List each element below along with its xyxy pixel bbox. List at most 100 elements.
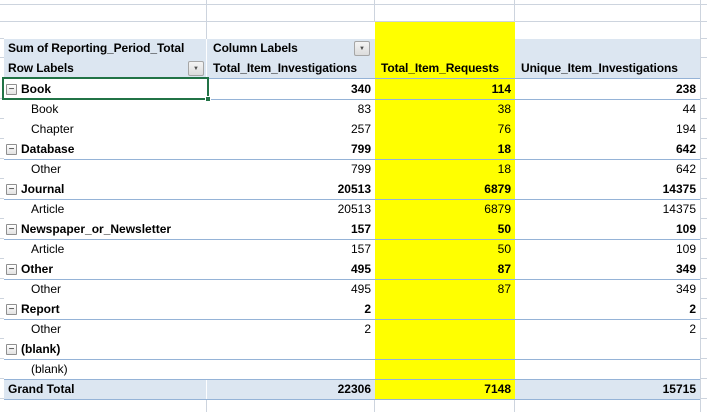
collapse-minus-icon[interactable]: − (6, 183, 17, 195)
cell-unique-item-investigations[interactable]: 238 (515, 79, 700, 99)
column-header-unique-item-investigations[interactable]: Unique_Item_Investigations (521, 58, 678, 79)
pivot-row: Other 799 18 642 (4, 159, 700, 179)
cell-unique-item-investigations[interactable]: 349 (515, 279, 700, 299)
cell-total-item-investigations[interactable]: 157 (207, 239, 375, 259)
row-label: Newspaper_or_Newsletter (21, 222, 172, 236)
row-label: Article (31, 242, 65, 256)
cell-total-item-requests[interactable]: 6879 (375, 199, 515, 219)
row-label: Report (21, 302, 60, 316)
row-label: Grand Total (8, 382, 75, 396)
collapse-minus-icon[interactable]: − (6, 143, 17, 155)
cell-unique-item-investigations[interactable] (515, 359, 700, 379)
collapse-minus-icon[interactable]: − (6, 343, 17, 355)
cell-total-item-investigations[interactable]: 22306 (207, 379, 375, 399)
row-label: Other (31, 282, 62, 296)
cell-unique-item-investigations[interactable]: 109 (515, 239, 700, 259)
cell-total-item-requests[interactable] (375, 339, 515, 359)
cell-total-item-investigations[interactable]: 20513 (207, 199, 375, 219)
row-label: Book (31, 102, 59, 116)
row-label-cell[interactable]: − Journal (4, 179, 207, 199)
value-field-label[interactable]: Sum of Reporting_Period_Total (8, 39, 184, 58)
fill-handle[interactable] (205, 96, 211, 102)
pivot-row: Other 495 87 349 (4, 279, 700, 299)
cell-total-item-requests[interactable] (375, 359, 515, 379)
cell-unique-item-investigations[interactable]: 642 (515, 159, 700, 179)
row-label-cell[interactable]: Grand Total (4, 379, 207, 399)
gridline (514, 399, 515, 412)
pivot-row: Chapter 257 76 194 (4, 119, 700, 139)
gridline (0, 4, 707, 5)
cell-unique-item-investigations[interactable]: 44 (515, 99, 700, 119)
cell-total-item-investigations[interactable]: 2 (207, 319, 375, 339)
gridline (0, 21, 707, 22)
cell-unique-item-investigations[interactable]: 14375 (515, 199, 700, 219)
row-label-cell[interactable]: − Other (4, 259, 207, 279)
row-label: (blank) (21, 342, 61, 356)
cell-total-item-requests[interactable]: 114 (375, 79, 515, 99)
cell-total-item-investigations[interactable]: 495 (207, 259, 375, 279)
column-labels-header[interactable]: Column Labels (213, 39, 298, 58)
column-header-total-item-requests[interactable]: Total_Item_Requests (381, 58, 499, 79)
row-labels-header[interactable]: Row Labels (8, 58, 74, 79)
cell-total-item-investigations[interactable] (207, 359, 375, 379)
spreadsheet-pivot-table: Sum of Reporting_Period_Total Column Lab… (0, 0, 707, 412)
cell-unique-item-investigations[interactable]: 14375 (515, 179, 700, 199)
row-label-cell[interactable]: Other (4, 319, 207, 339)
cell-total-item-investigations[interactable]: 495 (207, 279, 375, 299)
row-label-cell[interactable]: Article (4, 199, 207, 219)
cell-total-item-investigations[interactable]: 157 (207, 219, 375, 239)
cell-total-item-investigations[interactable]: 340 (207, 79, 375, 99)
collapse-minus-icon[interactable]: − (6, 303, 17, 315)
cell-total-item-requests[interactable]: 50 (375, 219, 515, 239)
cell-total-item-requests[interactable]: 18 (375, 159, 515, 179)
column-header-total-item-investigations[interactable]: Total_Item_Investigations (213, 58, 357, 79)
cell-total-item-investigations[interactable] (207, 339, 375, 359)
collapse-minus-icon[interactable]: − (6, 223, 17, 235)
gridline-stubs (701, 79, 707, 399)
cell-unique-item-investigations[interactable]: 349 (515, 259, 700, 279)
cell-total-item-requests[interactable]: 87 (375, 259, 515, 279)
cell-total-item-requests[interactable] (375, 319, 515, 339)
cell-total-item-investigations[interactable]: 799 (207, 139, 375, 159)
cell-unique-item-investigations[interactable]: 2 (515, 299, 700, 319)
cell-unique-item-investigations[interactable]: 2 (515, 319, 700, 339)
row-label-cell[interactable]: Book (4, 99, 207, 119)
cell-total-item-requests[interactable] (375, 299, 515, 319)
row-label-cell[interactable]: Article (4, 239, 207, 259)
cell-total-item-requests[interactable]: 7148 (375, 379, 515, 399)
cell-total-item-requests[interactable]: 87 (375, 279, 515, 299)
gridline (0, 57, 4, 58)
cell-total-item-requests[interactable]: 18 (375, 139, 515, 159)
cell-unique-item-investigations[interactable]: 194 (515, 119, 700, 139)
cell-total-item-investigations[interactable]: 2 (207, 299, 375, 319)
cell-total-item-requests[interactable]: 50 (375, 239, 515, 259)
row-label-cell[interactable]: Chapter (4, 119, 207, 139)
row-label-cell[interactable]: − Database (4, 139, 207, 159)
cell-unique-item-investigations[interactable]: 15715 (515, 379, 700, 399)
row-label-cell[interactable]: Other (4, 159, 207, 179)
row-label-cell[interactable]: (blank) (4, 359, 207, 379)
row-label: Chapter (31, 122, 74, 136)
cell-unique-item-investigations[interactable]: 109 (515, 219, 700, 239)
cell-total-item-investigations[interactable]: 257 (207, 119, 375, 139)
pivot-row: − (blank) (4, 339, 700, 359)
row-label-cell[interactable]: − Report (4, 299, 207, 319)
cell-total-item-requests[interactable]: 38 (375, 99, 515, 119)
row-label-cell[interactable]: Other (4, 279, 207, 299)
gridline (701, 38, 707, 39)
cell-unique-item-investigations[interactable] (515, 339, 700, 359)
cell-total-item-requests[interactable]: 76 (375, 119, 515, 139)
row-label-cell[interactable]: − Newspaper_or_Newsletter (4, 219, 207, 239)
row-label-cell[interactable]: − (blank) (4, 339, 207, 359)
collapse-minus-icon[interactable]: − (6, 263, 17, 275)
cell-total-item-investigations[interactable]: 83 (207, 99, 375, 119)
cell-total-item-requests[interactable]: 6879 (375, 179, 515, 199)
pivot-row: − Database 799 18 642 (4, 139, 700, 159)
column-labels-filter-button[interactable]: ▼ (354, 41, 370, 56)
grand-total-row: Grand Total 22306 7148 15715 (4, 379, 700, 399)
cell-total-item-investigations[interactable]: 20513 (207, 179, 375, 199)
row-labels-filter-button[interactable]: ▼ (188, 61, 204, 76)
pivot-row: Article 157 50 109 (4, 239, 700, 259)
cell-total-item-investigations[interactable]: 799 (207, 159, 375, 179)
cell-unique-item-investigations[interactable]: 642 (515, 139, 700, 159)
